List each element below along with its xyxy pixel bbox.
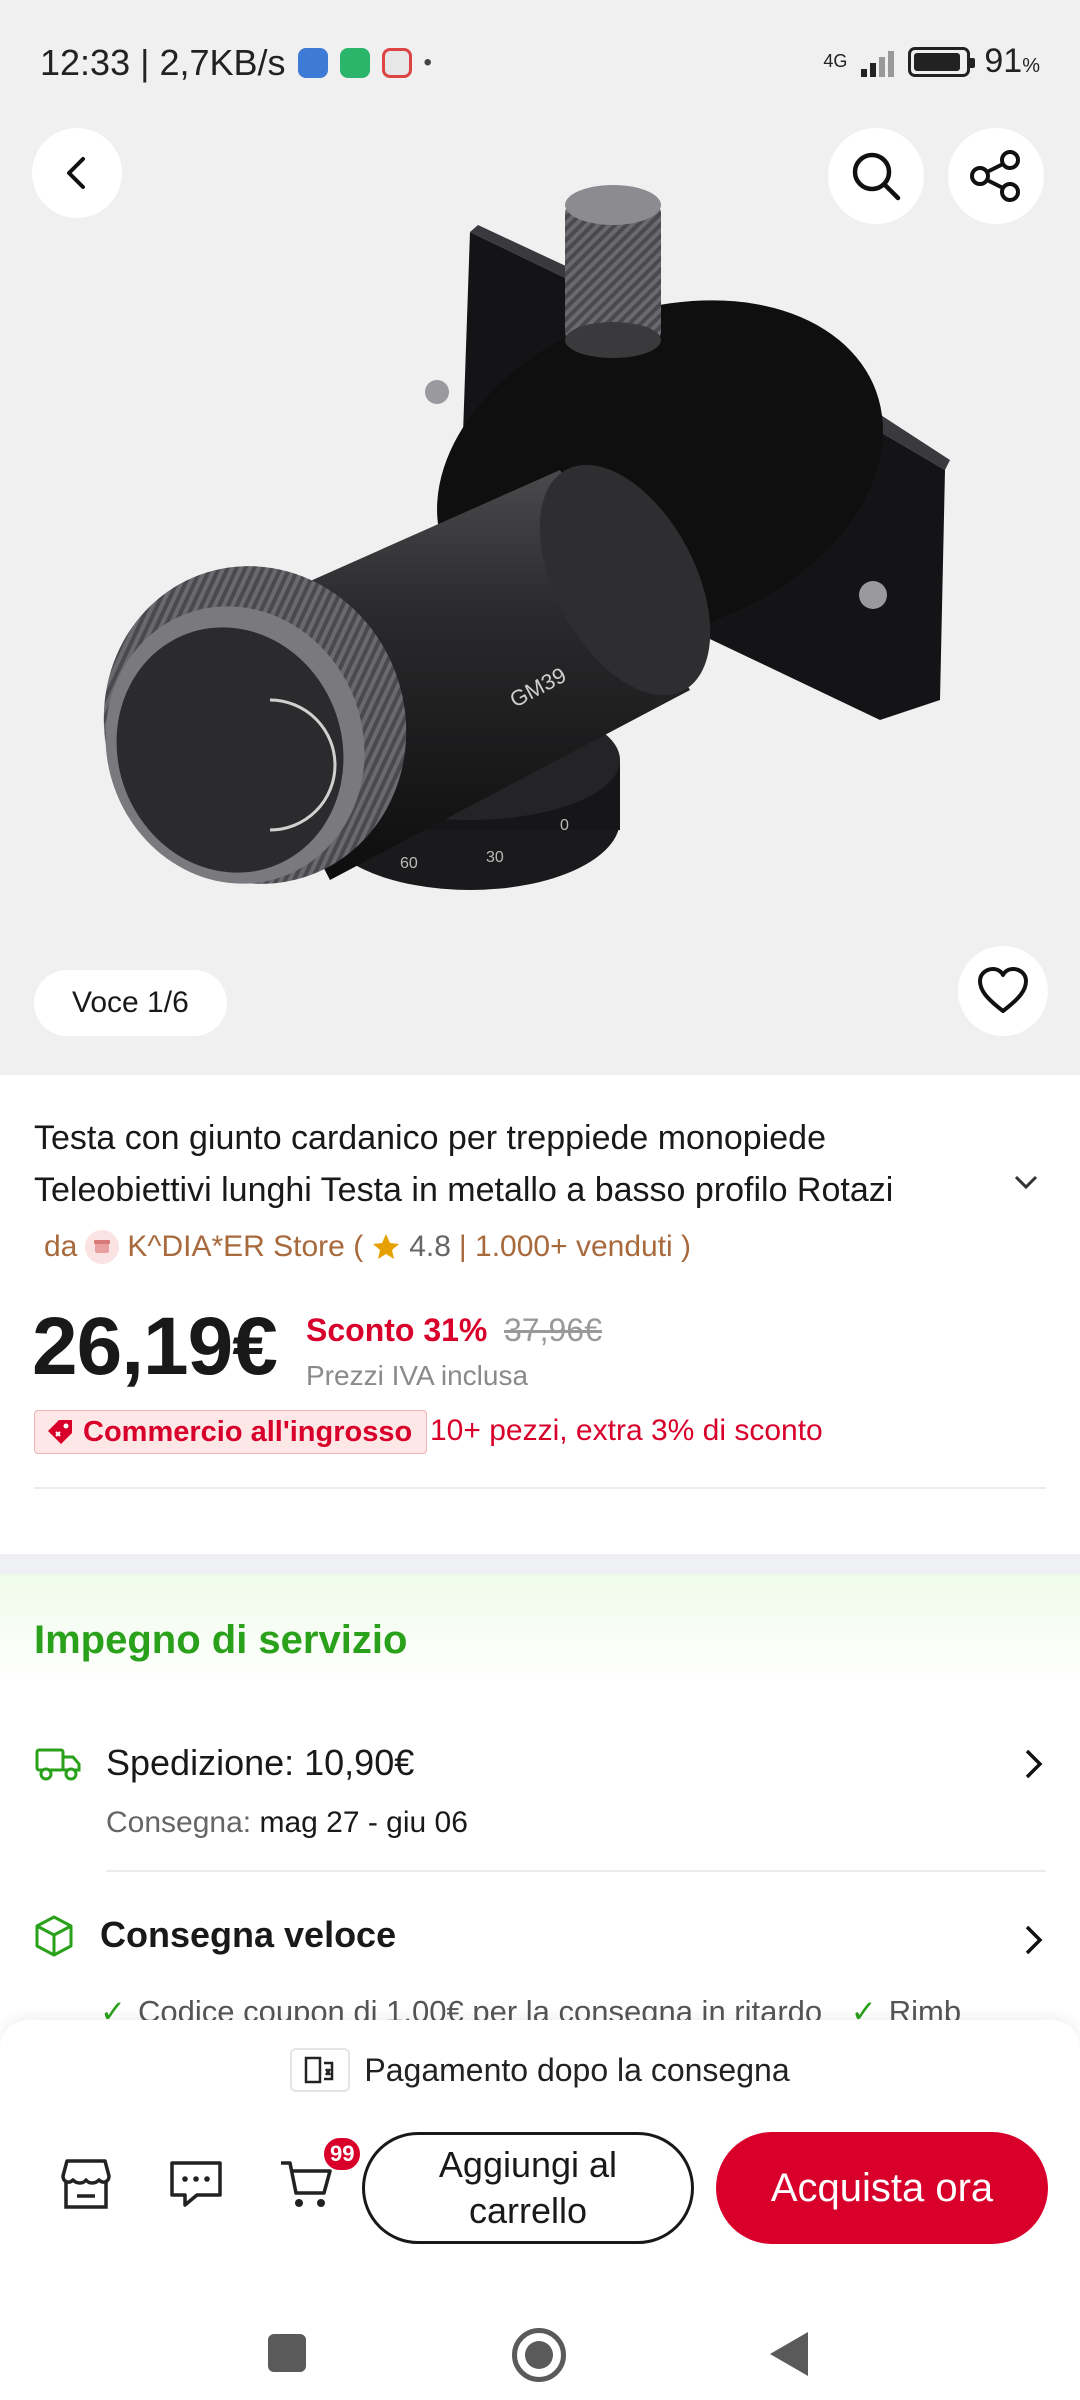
sold-count: | 1.000+ venduti ) [458,1230,692,1263]
heart-icon [978,967,1028,1013]
product-title[interactable]: Testa con giunto cardanico per treppiede… [34,1112,1034,1216]
add-to-cart-button[interactable]: Aggiungi al carrello [362,2132,694,2244]
back-triangle-icon[interactable] [770,2332,808,2376]
delivery-label: Consegna: [106,1806,252,1839]
delivery-dates: mag 27 - giu 06 [259,1806,468,1839]
battery-percent: 91% [984,42,1040,80]
pay-later-icon [290,2048,351,2092]
service-title: Impegno di servizio [34,1618,408,1662]
store-name: K^DIA*ER Store ( [127,1230,364,1263]
store-logo-icon [94,1240,111,1253]
status-time-speed: 12:33 | 2,7KB/s [40,42,286,83]
scale-label-0: 0 [560,817,569,834]
home-icon[interactable] [512,2328,566,2382]
pay-after-delivery: Pagamento dopo la consegna [0,2048,1080,2092]
divider [34,1487,1046,1489]
wholesale-badge-label: Commercio all'ingrosso [83,1415,413,1448]
service-commitment-section: Impegno di servizio Spedizione: 10,90€ C… [0,1574,1080,2034]
divider [106,1870,1046,1872]
store-rating: 4.8 [409,1230,451,1263]
search-button[interactable] [828,128,924,224]
recent-apps-icon[interactable] [268,2334,306,2372]
discount-label: Sconto 31% [306,1312,488,1348]
back-button[interactable] [32,128,122,218]
scale-label-60: 60 [400,855,418,872]
battery-icon [908,46,976,77]
current-price: 26,19€ [32,1301,278,1392]
tag-icon [48,1420,72,1444]
shield-notification-icon [339,48,370,78]
chat-app-notification-icon [297,48,328,78]
original-price: 37,96€ [504,1312,602,1348]
chevron-right-icon[interactable] [1022,1922,1046,1958]
delivery-estimate: Consegna: mag 27 - giu 06 [106,1806,468,1840]
store-avatar [85,1230,120,1264]
cart-count-badge: 99 [322,2136,363,2172]
vat-note: Prezzi IVA inclusa [306,1360,529,1391]
wholesale-badge: Commercio all'ingrosso [34,1410,428,1454]
section-separator [0,1554,1080,1574]
product-title-line-1: Testa con giunto cardanico per treppiede… [34,1119,826,1157]
bottom-action-bar: Pagamento dopo la consegna 99 Aggiungi a… [0,2020,1080,2320]
status-bar: 12:33 | 2,7KB/s • 4G 91% [0,0,1080,130]
signal-icon [861,47,895,77]
battery-level-fill [914,52,960,71]
share-button[interactable] [948,128,1044,224]
product-title-line-2: Teleobiettivi lunghi Testa in metallo a … [34,1171,894,1209]
star-icon [373,1234,400,1259]
network-type: 4G [823,51,848,71]
system-navigation-bar [0,2320,1080,2400]
chat-icon [170,2161,222,2207]
chevron-left-icon [67,157,85,189]
more-notifications-dot-icon: • [423,49,432,76]
store-prefix: da [44,1230,78,1263]
product-image-gallery[interactable]: 60 30 0 GM39 Voce 1/6 [0,0,1080,1075]
shipping-cost[interactable]: Spedizione: 10,90€ [106,1742,414,1784]
fast-delivery-label[interactable]: Consegna veloce [100,1914,396,1956]
buy-now-button[interactable]: Acquista ora [716,2132,1048,2244]
share-icon [970,150,1020,202]
delivery-truck-icon [35,1748,81,1781]
store-link[interactable]: da K^DIA*ER Store ( 4.8 | 1.000+ venduti… [44,1230,691,1264]
wholesale-offer: 10+ pezzi, extra 3% di sconto [430,1414,823,1447]
store-icon [61,2159,111,2209]
chevron-right-icon[interactable] [1022,1746,1046,1782]
chat-button[interactable] [164,2152,228,2216]
pay-later-label: Pagamento dopo la consegna [364,2051,790,2088]
search-icon [852,152,901,201]
image-counter: Voce 1/6 [34,970,227,1036]
app-notification-icon [381,48,412,78]
store-button[interactable] [54,2152,118,2216]
chevron-down-icon[interactable] [1012,1172,1040,1192]
scale-label-30: 30 [486,849,504,866]
wishlist-button[interactable] [958,946,1048,1036]
package-icon [35,1915,73,1957]
